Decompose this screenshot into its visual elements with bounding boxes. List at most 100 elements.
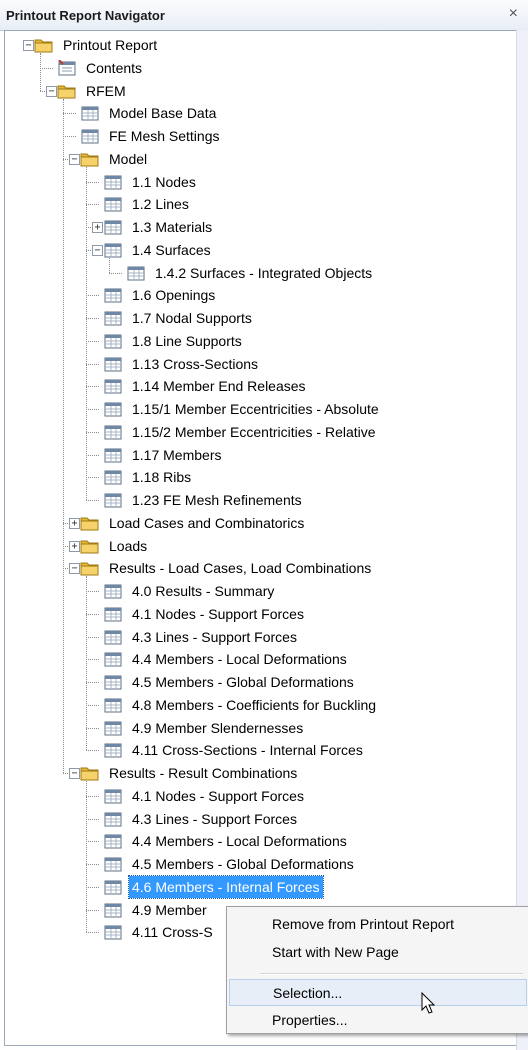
tree-item-label: 4.9 Member Slendernesses xyxy=(132,719,304,736)
tree-connector xyxy=(86,204,99,206)
folder-icon xyxy=(57,83,77,105)
collapse-icon[interactable]: − xyxy=(92,244,103,256)
tree-connector xyxy=(86,454,99,456)
table-icon xyxy=(103,879,123,901)
tree-connector xyxy=(86,386,99,388)
table-icon xyxy=(103,833,123,855)
tree-item-label: 1.15/1 Member Eccentricities - Absolute xyxy=(132,401,379,417)
menu-item-remove-label: Remove from Printout Report xyxy=(272,916,455,932)
table-icon xyxy=(103,424,123,446)
menu-item-properties-label: Properties... xyxy=(272,1012,348,1028)
tree-connector xyxy=(86,409,99,410)
table-icon xyxy=(103,811,123,833)
folder-icon xyxy=(80,515,100,537)
tree-connector xyxy=(86,704,99,706)
tree-item-label: 4.9 Member xyxy=(132,901,207,918)
table-icon xyxy=(103,310,123,332)
tree-item-label: 4.1 Nodes - Support Forces xyxy=(132,787,304,804)
menu-item-new-page-label: Start with New Page xyxy=(272,944,399,960)
collapse-icon[interactable]: − xyxy=(69,563,80,575)
table-icon xyxy=(103,174,123,196)
table-icon xyxy=(103,856,123,878)
tree-item-label: 4.1 Nodes - Support Forces xyxy=(132,605,304,622)
collapse-icon[interactable]: − xyxy=(69,768,80,779)
table-icon xyxy=(103,219,123,241)
menu-item-remove[interactable]: Remove from Printout Report xyxy=(229,911,527,938)
tree-connector xyxy=(86,363,99,365)
table-icon xyxy=(103,924,123,946)
table-icon xyxy=(103,469,123,491)
tree-connector xyxy=(86,636,99,638)
tree-connector xyxy=(86,181,99,183)
printout-report-navigator: Printout Report Navigator × − Printout Re… xyxy=(0,0,528,1050)
tree-connector xyxy=(63,113,76,115)
menu-item-selection[interactable]: Selection... xyxy=(229,979,527,1006)
tree-connector xyxy=(86,659,99,661)
tree-connector xyxy=(86,864,99,865)
tree-item-label: 4.4 Members - Local Deformations xyxy=(132,833,347,850)
tree-connector xyxy=(86,886,99,888)
tree-item-label: Results - Load Cases, Load Combinations xyxy=(109,560,372,577)
tree-item-label: Results - Result Combinations xyxy=(109,765,298,781)
tree-item-label: 1.18 Ribs xyxy=(132,469,192,486)
tree-item-label: 1.6 Openings xyxy=(132,287,216,304)
tree-item-label: Printout Report xyxy=(63,37,158,53)
menu-item-new-page[interactable]: Start with New Page xyxy=(229,939,527,966)
tree-item-label: 1.4.2 Surfaces - Integrated Objects xyxy=(155,264,373,281)
tree-connector xyxy=(86,591,99,592)
tree-connector xyxy=(86,750,99,752)
table-icon xyxy=(103,742,123,764)
table-icon xyxy=(103,333,123,355)
tree-connector xyxy=(86,795,99,797)
table-icon xyxy=(103,697,123,719)
tree-item-label: 4.3 Lines - Support Forces xyxy=(132,810,297,827)
tree-item-label: 4.5 Members - Global Deformations xyxy=(132,674,354,690)
tree-item-label: 4.3 Lines - Support Forces xyxy=(132,628,297,645)
panel-edge xyxy=(516,30,528,1050)
tree-connector xyxy=(86,841,99,843)
collapse-icon[interactable]: − xyxy=(46,85,57,97)
tree-item-label: Contents xyxy=(86,59,143,76)
tree-item-label: 1.7 Nodal Supports xyxy=(132,310,252,326)
close-icon[interactable]: × xyxy=(509,5,518,23)
tree-item-label: Load Cases and Combinatorics xyxy=(109,514,305,531)
tree-connector xyxy=(109,272,122,274)
table-icon xyxy=(80,105,100,127)
table-icon xyxy=(103,629,123,651)
tree-connector xyxy=(86,477,99,479)
table-icon xyxy=(103,720,123,742)
tree-connector xyxy=(40,67,53,69)
expand-icon[interactable]: + xyxy=(92,222,103,233)
tree-connector xyxy=(86,682,99,683)
tree-connector xyxy=(86,932,99,934)
tree-item-label: 4.0 Results - Summary xyxy=(132,583,275,599)
title-bar: Printout Report Navigator × xyxy=(0,0,528,31)
table-icon xyxy=(103,287,123,309)
tree-item-label: 4.5 Members - Global Deformations xyxy=(132,856,354,872)
folder-icon xyxy=(80,151,100,173)
tree-item-label: 1.8 Line Supports xyxy=(132,332,242,349)
folder-icon xyxy=(80,538,100,560)
collapse-icon[interactable]: − xyxy=(23,40,34,51)
tree-connector xyxy=(86,166,87,500)
tree-connector xyxy=(63,136,76,137)
tree-connector xyxy=(86,613,99,615)
tree-item-label: 4.11 Cross-Sections - Internal Forces xyxy=(132,742,363,759)
tree-item-label: Loads xyxy=(109,537,148,554)
tree-item-label: 1.14 Member End Releases xyxy=(132,378,306,395)
tree-item-label: 4.8 Members - Coefficients for Buckling xyxy=(132,696,377,713)
folder-icon xyxy=(80,765,100,787)
context-menu: Remove from Printout Report Start with N… xyxy=(226,906,528,1034)
menu-item-properties[interactable]: Properties... xyxy=(229,1007,527,1034)
tree-connector xyxy=(86,431,99,433)
expand-icon[interactable]: + xyxy=(69,517,80,529)
tree-item-label: 1.1 Nodes xyxy=(132,173,196,190)
report-tree[interactable]: − Printout Report Contents − RFEM Model Base … xyxy=(4,30,517,1046)
mouse-pointer-icon xyxy=(421,992,436,1014)
tree-item-label: 4.4 Members - Local Deformations xyxy=(132,651,347,668)
expand-icon[interactable]: + xyxy=(69,540,80,552)
table-icon xyxy=(103,492,123,514)
tree-item-label: 1.13 Cross-Sections xyxy=(132,355,259,372)
menu-item-selection-label: Selection... xyxy=(273,985,343,1001)
collapse-icon[interactable]: − xyxy=(69,153,80,165)
